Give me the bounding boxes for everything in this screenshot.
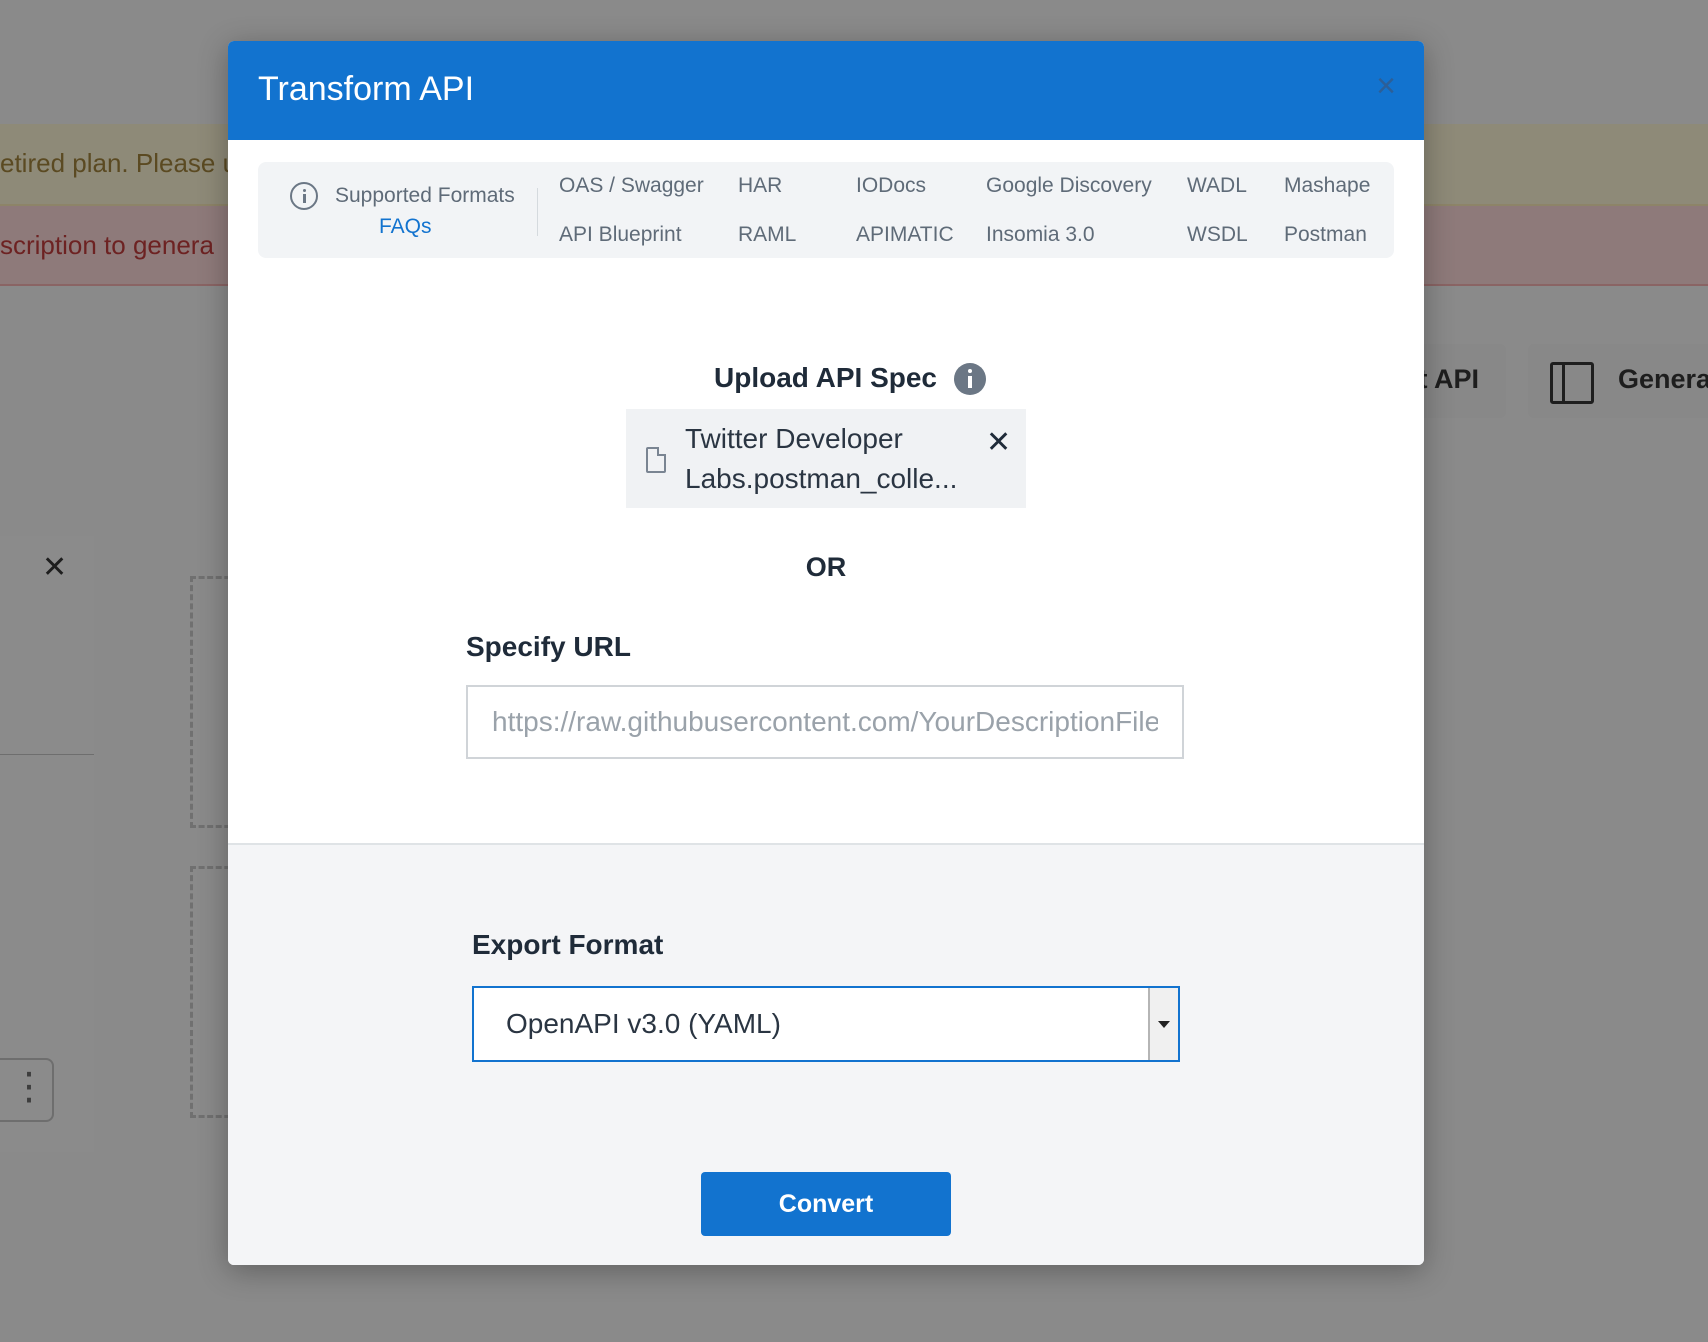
supported-formats-panel: Supported Formats FAQs OAS / Swagger HAR… xyxy=(258,162,1394,258)
format-item: APIMATIC xyxy=(856,223,954,246)
export-format-selected: OpenAPI v3.0 (YAML) xyxy=(506,1008,781,1039)
specify-url-label: Specify URL xyxy=(466,631,631,662)
error-banner-text: scription to genera xyxy=(0,230,214,260)
faqs-link[interactable]: FAQs xyxy=(379,215,432,239)
info-icon xyxy=(290,182,318,210)
convert-button[interactable]: Convert xyxy=(701,1172,951,1236)
background-generate-button: Genera xyxy=(1528,344,1708,418)
file-icon xyxy=(646,447,666,473)
modal-header: Transform API × xyxy=(228,41,1424,140)
more-options-icon xyxy=(0,1058,54,1122)
uploaded-file-chip: Twitter Developer Labs.postman_colle... … xyxy=(626,409,1026,508)
format-item: Insomia 3.0 xyxy=(986,223,1095,246)
transform-api-modal: Transform API × Supported Formats FAQs O… xyxy=(228,41,1424,1265)
format-item: API Blueprint xyxy=(559,223,682,246)
upload-api-spec-heading: Upload API Spec xyxy=(714,362,938,393)
warning-banner-text: etired plan. Please u xyxy=(0,148,238,178)
export-format-select[interactable]: OpenAPI v3.0 (YAML) xyxy=(472,986,1180,1062)
format-item: IODocs xyxy=(856,174,927,197)
modal-title: Transform API xyxy=(258,70,475,108)
url-input[interactable] xyxy=(466,685,1184,759)
close-icon: ✕ xyxy=(42,551,68,584)
uploaded-file-name: Twitter Developer Labs.postman_colle... xyxy=(685,419,985,499)
sidebar-panel-icon xyxy=(1550,362,1594,404)
chevron-down-icon[interactable] xyxy=(1148,988,1178,1060)
format-item: OAS / Swagger xyxy=(559,174,704,197)
format-item: HAR xyxy=(738,174,783,197)
close-icon[interactable]: × xyxy=(1376,69,1396,103)
background-generate-label: Genera xyxy=(1618,364,1708,394)
export-format-label: Export Format xyxy=(472,929,664,960)
format-item: WADL xyxy=(1187,174,1247,197)
format-item: RAML xyxy=(738,223,797,246)
format-item: Google Discovery xyxy=(986,174,1152,197)
format-item: Mashape xyxy=(1284,174,1371,197)
modal-footer: Convert xyxy=(228,1140,1424,1265)
file-name-line: Twitter Developer xyxy=(685,423,903,454)
file-name-line: Labs.postman_colle... xyxy=(685,463,958,494)
remove-file-icon[interactable]: ✕ xyxy=(986,425,1011,460)
export-format-section: Export Format OpenAPI v3.0 (YAML) xyxy=(228,843,1424,1142)
supported-formats-label: Supported Formats xyxy=(335,184,515,207)
or-separator: OR xyxy=(805,552,847,582)
divider xyxy=(537,188,538,236)
format-item: WSDL xyxy=(1187,223,1248,246)
divider xyxy=(0,754,94,755)
format-item: Postman xyxy=(1284,223,1367,246)
background-side-panel: ✕ xyxy=(0,536,94,1152)
info-icon[interactable] xyxy=(954,363,986,395)
